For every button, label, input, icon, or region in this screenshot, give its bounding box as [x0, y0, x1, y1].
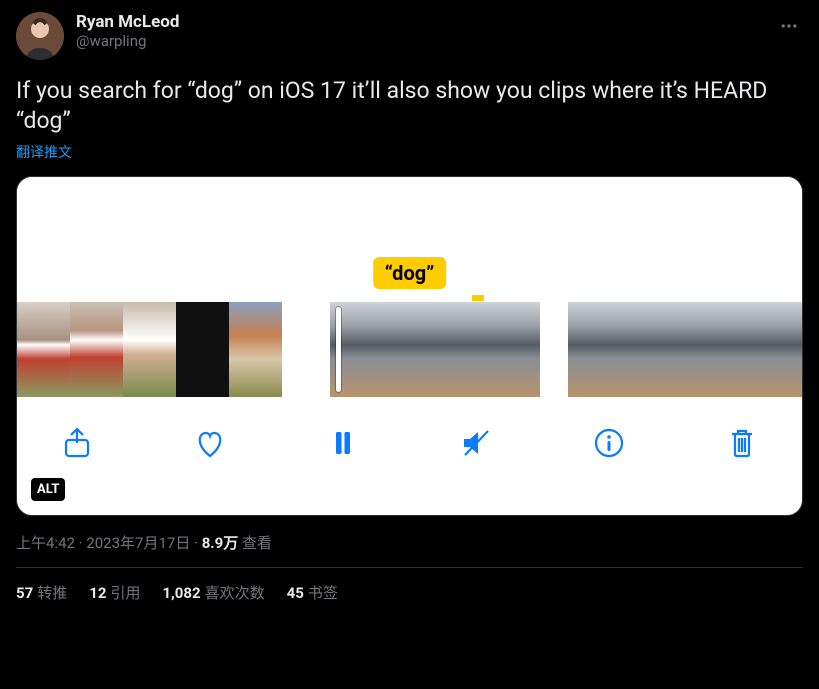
tweet-time: 上午4:42: [16, 534, 75, 552]
user-block: Ryan McLeod @warpling: [76, 12, 775, 50]
clip-frame: [70, 302, 123, 397]
tweet-container: Ryan McLeod @warpling If you search for …: [0, 0, 819, 615]
tweet-date: 2023年7月17日: [86, 534, 190, 552]
favorite-button[interactable]: [188, 421, 232, 465]
retweets-count: 57: [16, 584, 33, 602]
likes-stat[interactable]: 1,082 喜欢次数: [162, 582, 264, 603]
bookmarks-count: 45: [287, 584, 304, 602]
retweets-label: 转推: [37, 584, 67, 602]
quotes-count: 12: [89, 584, 106, 602]
clip-frame: [646, 302, 685, 397]
share-button[interactable]: [55, 421, 99, 465]
clip-frame: [435, 302, 488, 397]
quotes-label: 引用: [110, 584, 140, 602]
media-card[interactable]: “dog”: [16, 176, 803, 516]
clip-frame: [763, 302, 802, 397]
clip-frame: [17, 302, 70, 397]
user-handle[interactable]: @warpling: [76, 32, 775, 50]
video-timeline[interactable]: [17, 302, 802, 397]
translate-link[interactable]: 翻译推文: [16, 142, 803, 162]
likes-label: 喜欢次数: [205, 584, 265, 602]
clip-frame: [568, 302, 607, 397]
clip-frame: [488, 302, 541, 397]
clip-frame: [724, 302, 763, 397]
stats-row: 57转推 12引用 1,082 喜欢次数 45书签: [16, 568, 803, 603]
avatar[interactable]: [16, 12, 64, 60]
bookmarks-stat[interactable]: 45书签: [287, 582, 338, 603]
pause-button[interactable]: [321, 421, 365, 465]
alt-text-badge[interactable]: ALT: [31, 478, 65, 501]
clip-frame: [176, 302, 229, 397]
quotes-stat[interactable]: 12引用: [89, 582, 140, 603]
clip-frame: [229, 302, 282, 397]
clip-group-3: [568, 302, 802, 397]
media-toolbar: [17, 397, 802, 489]
clip-group-1: [17, 302, 282, 397]
search-term-label: “dog”: [373, 257, 447, 289]
tweet-meta[interactable]: 上午4:42 · 2023年7月17日 · 8.9万 查看: [16, 532, 803, 553]
views-label: 查看: [238, 534, 272, 552]
playhead[interactable]: [336, 307, 341, 392]
clip-frame: [607, 302, 646, 397]
retweets-stat[interactable]: 57转推: [16, 582, 67, 603]
info-button[interactable]: [587, 421, 631, 465]
clip-frame: [685, 302, 724, 397]
likes-count: 1,082: [162, 584, 200, 602]
views-count: 8.9万: [202, 534, 239, 552]
bookmarks-label: 书签: [308, 584, 338, 602]
more-options-button[interactable]: [775, 12, 803, 45]
display-name[interactable]: Ryan McLeod: [76, 12, 775, 32]
clip-frame: [123, 302, 176, 397]
mute-button[interactable]: [454, 421, 498, 465]
search-term-marker: [472, 295, 484, 301]
clip-frame: [383, 302, 436, 397]
clip-group-2: [330, 302, 540, 397]
delete-button[interactable]: [720, 421, 764, 465]
tweet-text: If you search for “dog” on iOS 17 it’ll …: [16, 76, 803, 136]
media-top-area: “dog”: [17, 177, 802, 302]
tweet-header: Ryan McLeod @warpling: [16, 12, 803, 60]
